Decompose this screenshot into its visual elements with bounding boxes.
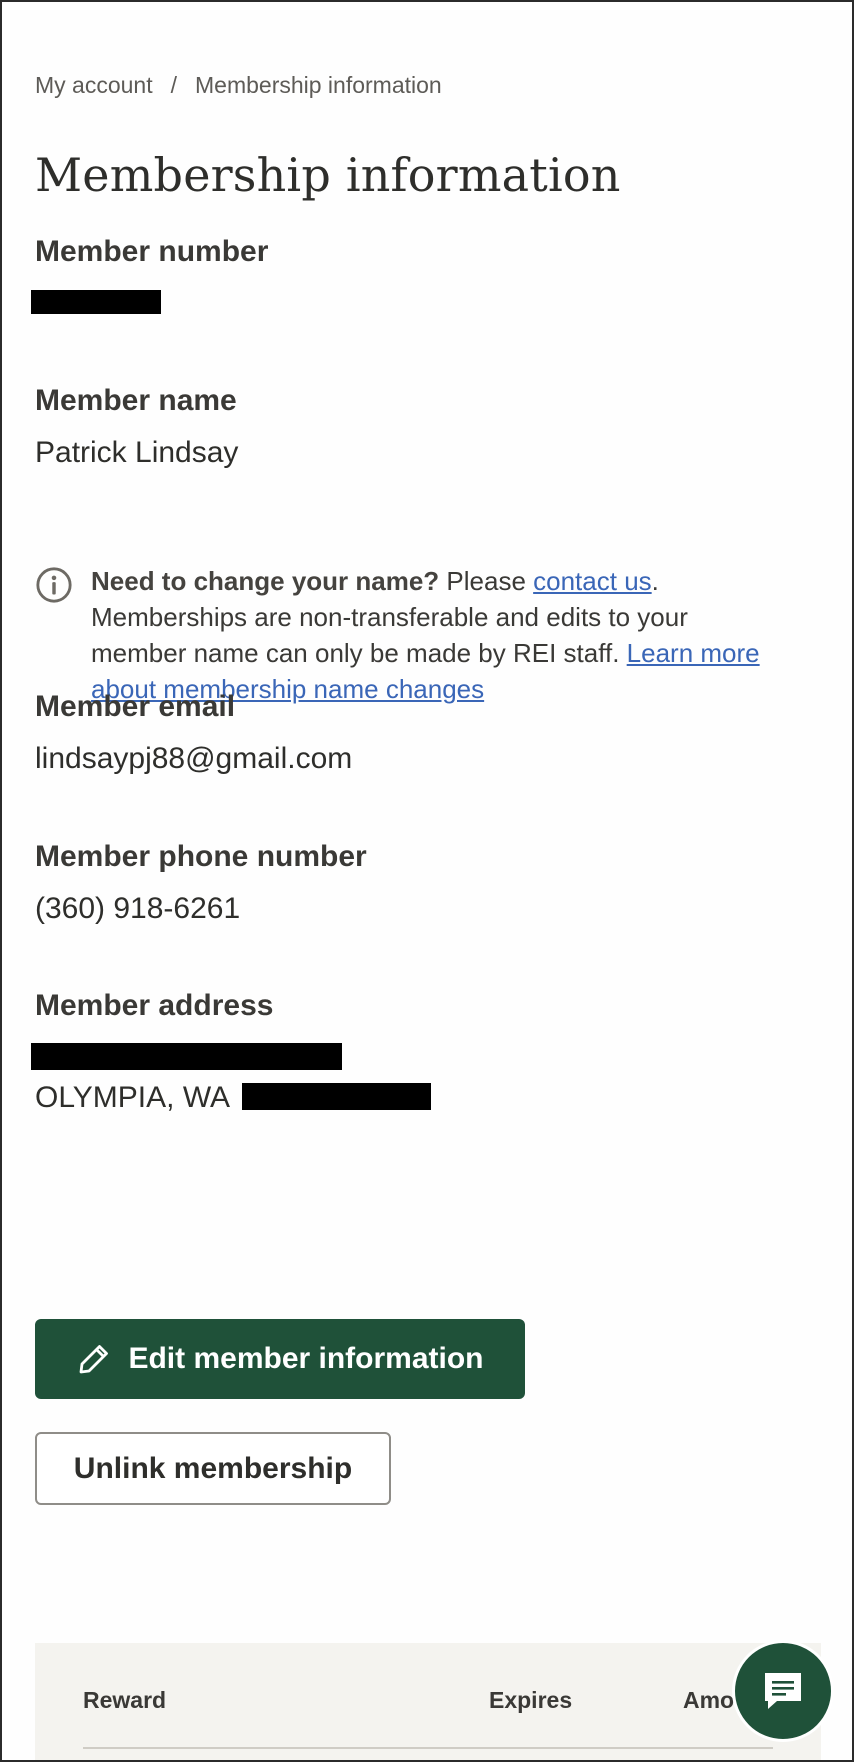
rewards-table: Reward Expires Amo bbox=[35, 1643, 821, 1760]
edit-member-information-label: Edit member information bbox=[128, 1342, 484, 1375]
name-change-notice-text: Need to change your name? Please contact… bbox=[91, 563, 775, 707]
column-reward: Reward bbox=[83, 1687, 167, 1713]
breadcrumb-separator: / bbox=[170, 72, 177, 98]
edit-member-information-button[interactable]: Edit member information bbox=[35, 1319, 525, 1399]
pencil-icon bbox=[80, 1345, 109, 1374]
member-email-value: lindsaypj88@gmail.com bbox=[35, 742, 353, 775]
member-number-redacted bbox=[31, 290, 161, 314]
breadcrumb: My account / Membership information bbox=[35, 72, 442, 99]
page-title: Membership information bbox=[35, 148, 621, 202]
name-change-notice: Need to change your name? Please contact… bbox=[35, 563, 775, 707]
address-line-redacted bbox=[31, 1043, 342, 1070]
member-address-city-state: OLYMPIA, WA bbox=[35, 1081, 231, 1114]
member-phone-value: (360) 918-6261 bbox=[35, 892, 241, 925]
member-phone-label: Member phone number bbox=[35, 840, 367, 873]
member-name-label: Member name bbox=[35, 384, 237, 417]
column-amount: Amo bbox=[683, 1687, 735, 1713]
rewards-table-divider bbox=[83, 1747, 773, 1749]
member-email-label: Member email bbox=[35, 690, 236, 723]
chat-button[interactable] bbox=[732, 1640, 834, 1742]
unlink-membership-label: Unlink membership bbox=[73, 1451, 353, 1485]
contact-us-link[interactable]: contact us bbox=[533, 566, 652, 596]
member-name-value: Patrick Lindsay bbox=[35, 436, 239, 469]
column-expires: Expires bbox=[489, 1687, 573, 1713]
member-number-label: Member number bbox=[35, 235, 269, 268]
member-address-label: Member address bbox=[35, 989, 274, 1022]
notice-pre-link: Please bbox=[439, 566, 534, 596]
info-circle-icon bbox=[36, 567, 72, 603]
address-zip-redacted bbox=[242, 1083, 431, 1110]
breadcrumb-my-account[interactable]: My account bbox=[35, 72, 153, 99]
notice-heading: Need to change your name? bbox=[91, 566, 440, 596]
rewards-table-header: Reward Expires Amo bbox=[83, 1687, 773, 1727]
unlink-membership-button[interactable]: Unlink membership bbox=[35, 1432, 391, 1505]
page-frame: My account / Membership information Memb… bbox=[0, 0, 854, 1762]
chat-bubble-icon bbox=[765, 1673, 801, 1709]
breadcrumb-current: Membership information bbox=[195, 72, 442, 98]
